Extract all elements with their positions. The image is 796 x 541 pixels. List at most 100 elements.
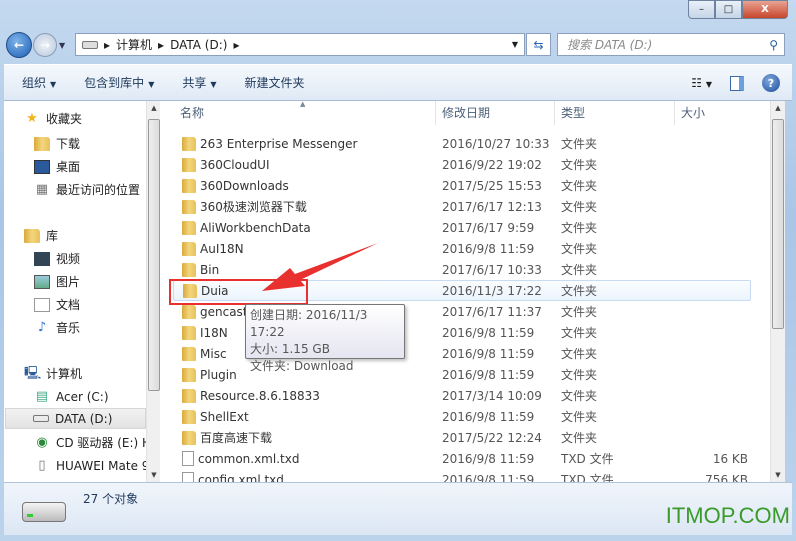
file-row[interactable]: 263 Enterprise Messenger 2016/10/27 10:3…: [160, 133, 770, 154]
refresh-button[interactable]: ⇆: [526, 33, 551, 56]
file-name: config.xml.txd: [198, 472, 284, 483]
file-row[interactable]: config.xml.txd 2016/9/8 11:59 TXD 文件 756…: [160, 469, 770, 482]
file-list-scrollbar[interactable]: ▲ ▼: [770, 101, 785, 482]
file-name: AuI18N: [200, 241, 244, 256]
new-folder-button[interactable]: 新建文件夹: [245, 74, 305, 91]
file-date: 2016/11/3 17:22: [442, 283, 542, 298]
file-type: 文件夹: [561, 242, 598, 256]
close-button[interactable]: X: [742, 0, 788, 19]
column-headers: 名称 ▲ 修改日期 类型 大小: [160, 101, 770, 125]
file-row[interactable]: 360极速浏览器下载 2017/6/17 12:13 文件夹: [160, 196, 770, 217]
file-name: Misc: [200, 346, 227, 361]
file-type: 文件夹: [561, 263, 598, 277]
file-row[interactable]: Resource.8.6.18833 2017/3/14 10:09 文件夹: [160, 385, 770, 406]
column-date[interactable]: 修改日期: [436, 101, 555, 125]
preview-pane-icon[interactable]: [730, 75, 744, 91]
watermark: ITMOP.COM: [665, 503, 790, 528]
nav-pictures[interactable]: 图片: [34, 271, 80, 292]
file-date: 2017/6/17 11:37: [442, 304, 542, 319]
music-icon: ♪: [37, 319, 47, 335]
file-date: 2016/9/8 11:59: [442, 325, 535, 340]
folder-icon: [182, 430, 196, 445]
file-type: TXD 文件: [561, 452, 614, 466]
file-type: 文件夹: [561, 389, 598, 403]
file-type: 文件夹: [561, 200, 598, 214]
nav-favorites[interactable]: ★ 收藏夹: [24, 108, 82, 129]
drive-icon: [82, 40, 98, 49]
nav-desktop[interactable]: 桌面: [34, 156, 80, 177]
nav-drive-c[interactable]: ▤ Acer (C:): [34, 386, 109, 407]
column-size[interactable]: 大小: [675, 101, 755, 125]
address-dropdown[interactable]: ▼: [512, 40, 518, 49]
breadcrumb-separator[interactable]: ▸: [104, 38, 110, 52]
star-icon: ★: [26, 110, 38, 126]
view-options-icon[interactable]: ☷ ▼: [691, 76, 712, 90]
column-name[interactable]: 名称 ▲: [160, 101, 436, 125]
search-icon[interactable]: ⚲: [769, 38, 778, 52]
video-icon: [34, 251, 50, 266]
file-size: 16 KB: [712, 451, 748, 466]
nav-huawei-device[interactable]: ▯ HUAWEI Mate 9: [34, 455, 146, 476]
back-button[interactable]: ←: [6, 32, 32, 58]
recent-pages-dropdown[interactable]: ▼: [59, 41, 65, 50]
nav-recent-places[interactable]: ▦ 最近访问的位置: [34, 179, 140, 200]
file-row[interactable]: ShellExt 2016/9/8 11:59 文件夹: [160, 406, 770, 427]
file-date: 2016/9/8 11:59: [442, 241, 535, 256]
share-button[interactable]: 共享 ▼: [182, 74, 216, 91]
file-row[interactable]: 360Downloads 2017/5/25 15:53 文件夹: [160, 175, 770, 196]
minimize-button[interactable]: –: [688, 0, 715, 19]
folder-icon: [182, 199, 196, 214]
breadcrumb-separator[interactable]: ▸: [158, 38, 164, 52]
help-icon[interactable]: ?: [762, 74, 780, 92]
nav-cd-drive[interactable]: ◉ CD 驱动器 (E:) H: [34, 432, 146, 453]
downloads-folder-icon: [34, 136, 50, 151]
file-date: 2017/3/14 10:09: [442, 388, 542, 403]
nav-videos[interactable]: 视频: [34, 248, 80, 269]
file-row[interactable]: common.xml.txd 2016/9/8 11:59 TXD 文件 16 …: [160, 448, 770, 469]
file-row[interactable]: Bin 2017/6/17 10:33 文件夹: [160, 259, 770, 280]
folder-icon: [182, 367, 196, 382]
nav-music[interactable]: ♪ 音乐: [34, 317, 80, 338]
file-icon: [182, 472, 194, 482]
file-name: gencast: [200, 304, 248, 319]
file-size: 756 KB: [705, 472, 748, 483]
file-type: 文件夹: [561, 347, 598, 361]
file-name: ShellExt: [200, 409, 249, 424]
file-name: 360Downloads: [200, 178, 289, 193]
nav-computer[interactable]: 🖳 计算机: [24, 363, 82, 384]
nav-documents[interactable]: 文档: [34, 294, 80, 315]
nav-libraries[interactable]: 库: [24, 225, 58, 246]
address-bar[interactable]: ▸ 计算机 ▸ DATA (D:) ▸ ▼: [75, 33, 525, 56]
search-placeholder: 搜索 DATA (D:): [567, 38, 653, 52]
folder-icon: [182, 346, 196, 361]
nav-pane-scrollbar[interactable]: ▲ ▼: [146, 101, 161, 482]
organize-button[interactable]: 组织 ▼: [22, 74, 56, 91]
forward-button[interactable]: →: [33, 33, 57, 57]
breadcrumb-computer[interactable]: 计算机: [116, 36, 152, 53]
desktop-icon: [34, 159, 50, 174]
file-name: common.xml.txd: [198, 451, 300, 466]
search-input[interactable]: 搜索 DATA (D:) ⚲: [557, 33, 785, 56]
file-icon: [182, 451, 194, 466]
file-type: 文件夹: [561, 410, 598, 424]
file-type: 文件夹: [561, 179, 598, 193]
maximize-button[interactable]: □: [715, 0, 742, 19]
include-in-library-button[interactable]: 包含到库中 ▼: [84, 74, 154, 91]
breadcrumb-data-drive[interactable]: DATA (D:): [170, 38, 227, 52]
file-name: 360极速浏览器下载: [200, 200, 307, 214]
file-row[interactable]: 百度高速下载 2017/5/22 12:24 文件夹: [160, 427, 770, 448]
file-date: 2016/9/8 11:59: [442, 451, 535, 466]
file-row[interactable]: 360CloudUI 2016/9/22 19:02 文件夹: [160, 154, 770, 175]
tooltip-size: 大小: 1.15 GB: [250, 342, 330, 356]
file-type: TXD 文件: [561, 473, 614, 482]
file-date: 2016/9/8 11:59: [442, 367, 535, 382]
file-row[interactable]: AuI18N 2016/9/8 11:59 文件夹: [160, 238, 770, 259]
file-row[interactable]: AliWorkbenchData 2017/6/17 9:59 文件夹: [160, 217, 770, 238]
drive-icon: [33, 415, 49, 422]
nav-drive-d[interactable]: DATA (D:): [5, 408, 146, 429]
nav-downloads[interactable]: 下载: [34, 133, 80, 154]
file-name: Bin: [200, 262, 220, 277]
file-type: 文件夹: [561, 221, 598, 235]
column-type[interactable]: 类型: [555, 101, 675, 125]
breadcrumb-separator[interactable]: ▸: [233, 38, 239, 52]
